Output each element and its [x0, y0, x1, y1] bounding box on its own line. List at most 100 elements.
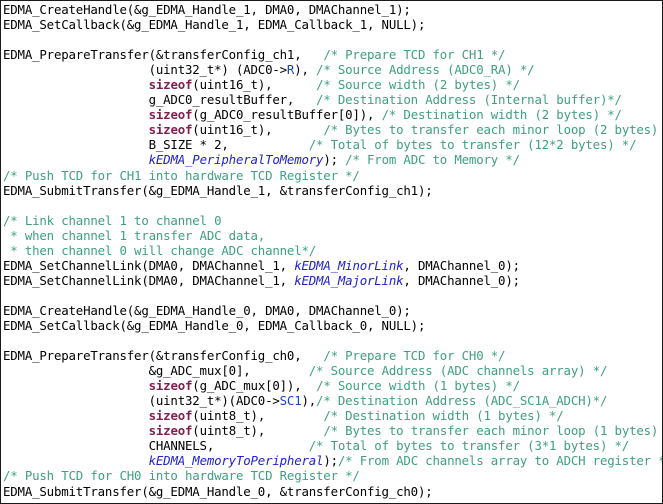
code-token-comment: /* Total of bytes to transfer (12*2 byte… — [308, 137, 637, 153]
code-token-comment: /* Source width (2 bytes) */ — [316, 77, 520, 93]
code-token-comment: /* Source width (1 bytes) */ — [316, 378, 520, 394]
code-line: EDMA_PrepareTransfer(&transferConfig_ch1… — [3, 47, 662, 62]
code-token-comment: /* From ADC to Memory */ — [345, 152, 520, 168]
code-token-comment: * then channel 0 will change ADC channel… — [3, 242, 317, 258]
code-line: EDMA_SubmitTransfer(&g_EDMA_Handle_1, &t… — [3, 183, 662, 198]
code-token-plain: (uint32_t*) (ADC0-> — [3, 62, 288, 78]
code-token-plain: EDMA_PrepareTransfer(&transferConfig_ch1… — [3, 47, 324, 63]
code-token-comment: /* Source Address (ADC0_RA) */ — [316, 62, 535, 78]
code-token-plain: (g_ADC_mux[0]), — [192, 378, 317, 394]
code-line: ​ — [3, 288, 662, 303]
code-token-plain: EDMA_SubmitTransfer(&g_EDMA_Handle_1, &t… — [3, 182, 433, 198]
code-token-comment: /* Destination Address (ADC_SC1A_ADCH)*/ — [316, 393, 608, 409]
code-token-comment: /* Destination width (1 bytes) */ — [323, 408, 564, 424]
code-line: EDMA_SetChannelLink(DMA0, DMAChannel_1, … — [3, 258, 662, 273]
code-token-enum: kEDMA_PeripheralToMemory — [148, 152, 324, 168]
code-token-keyword: sizeof — [148, 107, 193, 123]
code-token-keyword: sizeof — [148, 122, 193, 138]
code-token-comment: /* Prepare TCD for CH1 */ — [323, 47, 506, 63]
code-token-plain: (uint16_t), — [192, 77, 317, 93]
code-line: sizeof(uint16_t), /* Source width (2 byt… — [3, 77, 662, 92]
code-token-comment: /* Destination width (2 bytes) */ — [381, 107, 622, 123]
code-token-enum: kEDMA_MemoryToPeripheral — [148, 453, 324, 469]
code-line: B_SIZE * 2, /* Total of bytes to transfe… — [3, 137, 662, 152]
code-token-plain: g_ADC0_resultBuffer, — [3, 92, 317, 108]
code-token-plain: EDMA_SetChannelLink(DMA0, DMAChannel_1, — [3, 257, 295, 273]
code-token-plain: ), — [301, 393, 317, 409]
code-line: ​ — [3, 333, 662, 348]
code-token-plain: (uint8_t), — [192, 408, 324, 424]
code-editor-pane[interactable]: EDMA_CreateHandle(&g_EDMA_Handle_1, DMA0… — [0, 0, 663, 504]
code-token-comment: /* Bytes to transfer each minor loop (1 … — [323, 423, 663, 439]
code-token-plain: EDMA_SetChannelLink(DMA0, DMAChannel_1, — [3, 272, 295, 288]
code-token-plain: CHANNELS, — [3, 438, 309, 454]
code-line: sizeof(g_ADC_mux[0]), /* Source width (1… — [3, 378, 662, 393]
code-line: (uint32_t*)(ADC0->SC1),/* Destination Ad… — [3, 393, 662, 408]
code-line: &g_ADC_mux[0], /* Source Address (ADC ch… — [3, 363, 662, 378]
code-line: ​ — [3, 198, 662, 213]
code-token-plain: B_SIZE * 2, — [3, 137, 309, 153]
code-token-comment: /* Source Address (ADC channels array) *… — [308, 363, 608, 379]
code-line: g_ADC0_resultBuffer, /* Destination Addr… — [3, 92, 662, 107]
code-line: /* Link channel 1 to channel 0 — [3, 213, 662, 228]
code-line: * when channel 1 transfer ADC data, — [3, 228, 662, 243]
code-line: EDMA_SetChannelLink(DMA0, DMAChannel_1, … — [3, 273, 662, 288]
code-line: (uint32_t*) (ADC0->R), /* Source Address… — [3, 62, 662, 77]
code-token-plain: EDMA_CreateHandle(&g_EDMA_Handle_1, DMA0… — [3, 2, 411, 17]
code-token-plain: ), — [294, 62, 317, 78]
code-token-enum: kEDMA_MajorLink — [294, 272, 404, 288]
code-line: kEDMA_PeripheralToMemory); /* From ADC t… — [3, 152, 662, 167]
code-token-comment: /* Push TCD for CH1 into hardware TCD Re… — [3, 167, 360, 183]
code-token-plain: (uint16_t), — [192, 122, 324, 138]
code-line: * then channel 0 will change ADC channel… — [3, 243, 662, 258]
code-line: /* Push TCD for CH0 into hardware TCD Re… — [3, 468, 662, 483]
code-line: /* Push TCD for CH1 into hardware TCD Re… — [3, 168, 662, 183]
code-token-keyword: sizeof — [148, 378, 193, 394]
code-line: sizeof(uint8_t), /* Destination width (1… — [3, 408, 662, 423]
code-token-comment: /* Destination Address (Internal buffer)… — [316, 92, 622, 108]
code-token-field: SC1 — [279, 393, 302, 409]
code-line: kEDMA_MemoryToPeripheral);/* From ADC ch… — [3, 453, 662, 468]
code-token-plain: EDMA_SetCallback(&g_EDMA_Handle_0, EDMA_… — [3, 317, 426, 333]
code-token-keyword: sizeof — [148, 423, 193, 439]
code-line: EDMA_PrepareTransfer(&transferConfig_ch0… — [3, 348, 662, 363]
code-token-plain: EDMA_PrepareTransfer(&transferConfig_ch0… — [3, 348, 324, 364]
code-line: CHANNELS, /* Total of bytes to transfer … — [3, 438, 662, 453]
code-line: sizeof(uint16_t), /* Bytes to transfer e… — [3, 122, 662, 137]
code-token-comment: /* From ADC channels array to ADCH regis… — [337, 453, 663, 469]
code-listing[interactable]: EDMA_CreateHandle(&g_EDMA_Handle_1, DMA0… — [3, 2, 662, 499]
code-token-keyword: sizeof — [148, 408, 193, 424]
code-line: EDMA_SetCallback(&g_EDMA_Handle_1, EDMA_… — [3, 17, 662, 32]
code-token-plain: , DMAChannel_0); — [403, 257, 520, 273]
code-token-plain: EDMA_CreateHandle(&g_EDMA_Handle_0, DMA0… — [3, 302, 411, 318]
code-token-plain: &g_ADC_mux[0], — [3, 363, 309, 379]
code-token-comment: /* Total of bytes to transfer (3*1 bytes… — [308, 438, 630, 454]
code-token-comment: * when channel 1 transfer ADC data, — [3, 227, 266, 243]
code-token-plain: EDMA_SubmitTransfer(&g_EDMA_Handle_0, &t… — [3, 483, 433, 499]
code-token-comment: /* Link channel 1 to channel 0 — [3, 212, 222, 228]
code-token-comment: /* Bytes to transfer each minor loop (2 … — [323, 122, 663, 138]
code-token-keyword: sizeof — [148, 77, 193, 93]
code-line: EDMA_CreateHandle(&g_EDMA_Handle_0, DMA0… — [3, 303, 662, 318]
code-token-plain: (g_ADC0_resultBuffer[0]), — [192, 107, 382, 123]
code-token-plain: (uint32_t*)(ADC0-> — [3, 393, 280, 409]
code-token-plain: (uint8_t), — [192, 423, 324, 439]
code-line: EDMA_SubmitTransfer(&g_EDMA_Handle_0, &t… — [3, 484, 662, 499]
code-line: sizeof(g_ADC0_resultBuffer[0]), /* Desti… — [3, 107, 662, 122]
code-token-plain: ); — [323, 453, 338, 469]
code-token-enum: kEDMA_MinorLink — [294, 257, 404, 273]
code-token-plain: EDMA_SetCallback(&g_EDMA_Handle_1, EDMA_… — [3, 17, 426, 33]
code-token-plain: , DMAChannel_0); — [403, 272, 520, 288]
code-line: EDMA_CreateHandle(&g_EDMA_Handle_1, DMA0… — [3, 2, 662, 17]
code-token-comment: /* Push TCD for CH0 into hardware TCD Re… — [3, 468, 360, 484]
code-line: ​ — [3, 32, 662, 47]
code-token-comment: /* Prepare TCD for CH0 */ — [323, 348, 506, 364]
code-token-plain: ); — [323, 152, 346, 168]
